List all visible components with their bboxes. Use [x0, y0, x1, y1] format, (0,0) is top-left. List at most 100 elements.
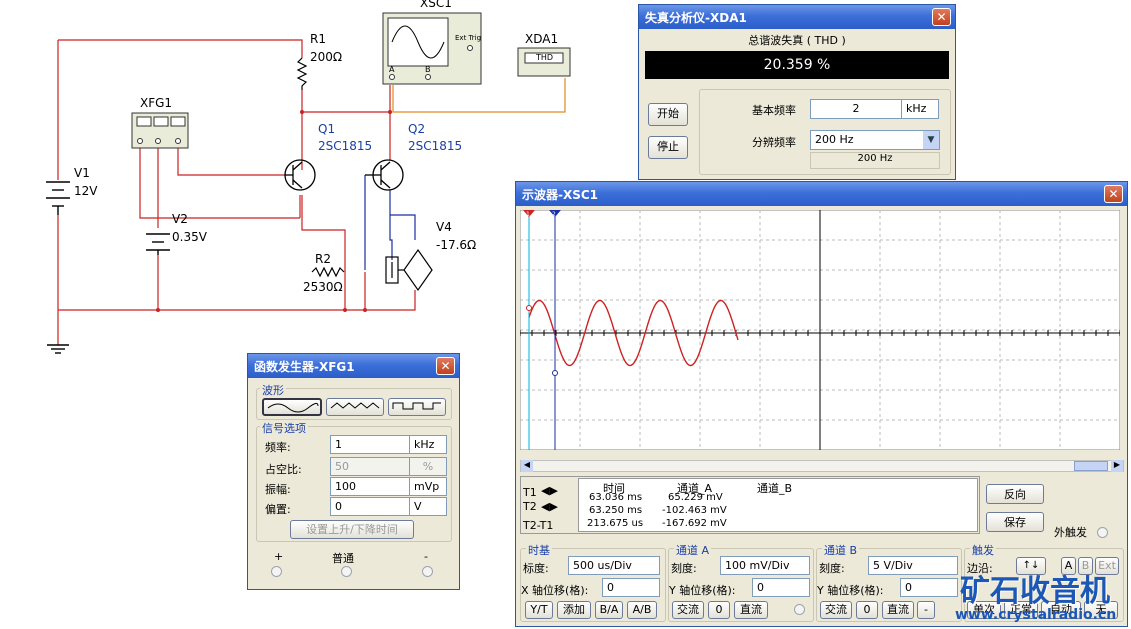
row2-time: 63.250 ms [589, 505, 643, 516]
watermark-text: 矿石收音机 [960, 574, 1110, 609]
cha-zero-button[interactable]: 0 [708, 601, 730, 619]
scope-screen[interactable]: 1 2 [520, 210, 1120, 450]
offset-label: 偏置: [265, 503, 291, 516]
readout-table: 时间 通道_A 通道_B 63.036 ms 65.229 mV 63.250 … [578, 478, 978, 532]
ext-trigger-label: 外触发 [1054, 526, 1087, 539]
v1-value: 12V [74, 184, 98, 198]
scroll-thumb[interactable] [1074, 461, 1108, 471]
q1-label: Q1 [318, 122, 336, 136]
square-wave-button[interactable] [388, 398, 446, 416]
xsc1-b-label: B [425, 65, 431, 74]
freq-input[interactable]: 1 [330, 435, 410, 454]
common-terminal-label: 普通 [332, 552, 354, 565]
duty-input[interactable]: 50 [330, 457, 410, 476]
triangle-wave-button[interactable] [326, 398, 384, 416]
chb-zero-button[interactable]: 0 [856, 601, 878, 619]
offset-input[interactable]: 0 [330, 497, 410, 516]
r2-label: R2 [315, 252, 331, 266]
channel-b-title: 通道 B [822, 542, 860, 558]
reverse-button[interactable]: 反向 [986, 484, 1044, 504]
triangle-wave-icon [330, 402, 380, 409]
distortion-close-button[interactable]: ✕ [932, 8, 951, 26]
channel-a-title: 通道 A [674, 542, 712, 558]
common-terminal[interactable] [341, 566, 352, 577]
trigger-title: 触发 [970, 542, 996, 558]
sine-wave-button[interactable] [262, 398, 322, 416]
scope-title: 示波器-XSC1 [516, 182, 1127, 206]
scope-close-button[interactable]: ✕ [1104, 185, 1123, 203]
thd-readout: 20.359 % [645, 51, 949, 79]
sine-wave-icon [267, 402, 319, 413]
xfg1-instrument-icon [131, 112, 189, 149]
stop-button[interactable]: 停止 [648, 136, 688, 159]
v4-label: V4 [436, 220, 452, 234]
t1-arrows-icon[interactable]: ◀▶ [541, 484, 558, 497]
ground-symbol [47, 344, 69, 354]
chb-minus-button[interactable]: - [917, 601, 935, 619]
r1-resistor [296, 57, 308, 90]
chevron-down-icon[interactable]: ▼ [923, 131, 939, 149]
cha-scale-label: 刻度: [671, 562, 697, 575]
chb-ypos-label: Y 轴位移(格): [817, 584, 884, 597]
minus-terminal-label: - [424, 550, 428, 563]
plus-terminal[interactable] [271, 566, 282, 577]
ab-button[interactable]: A/B [627, 601, 657, 619]
cursor-t2-label: 2 [552, 211, 556, 218]
base-freq-label: 基本频率 [752, 104, 796, 117]
v4-value: -17.6Ω [436, 238, 477, 252]
row3-a: -167.692 mV [662, 518, 727, 529]
cha-ypos-label: Y 轴位移(格): [669, 584, 736, 597]
v2-label: V2 [172, 212, 188, 226]
col-b-header: 通道_B [757, 482, 793, 495]
oscilloscope-window: 示波器-XSC1 ✕ 1 2 ◀ ▶ T1 ◀▶ T2 ◀▶ T2-T1 时间 … [515, 181, 1128, 627]
scroll-left-icon[interactable]: ◀ [521, 460, 533, 472]
ba-button[interactable]: B/A [595, 601, 623, 619]
chb-dc-button[interactable]: 直流 [882, 601, 914, 619]
timebase-title: 时基 [526, 542, 552, 558]
r2-value: 2530Ω [303, 280, 343, 294]
cha-ac-button[interactable]: 交流 [672, 601, 704, 619]
watermark-url: www.crystalradio.cn [955, 607, 1117, 623]
minus-terminal[interactable] [422, 566, 433, 577]
v1-battery-symbol [46, 181, 70, 215]
amp-label: 振幅: [265, 483, 291, 496]
cha-terminal[interactable] [794, 604, 805, 615]
thd-label: 总谐波失真 ( THD ) [748, 34, 846, 47]
chb-ac-button[interactable]: 交流 [820, 601, 852, 619]
cursor-t1-label: 1 [526, 211, 530, 218]
square-wave-icon [392, 402, 441, 410]
ext-trigger-terminal[interactable] [1097, 527, 1108, 538]
save-button[interactable]: 保存 [986, 512, 1044, 532]
amp-unit: mVp [409, 477, 447, 496]
rise-fall-time-button[interactable]: 设置上升/下降时间 [290, 520, 414, 539]
t2-arrows-icon[interactable]: ◀▶ [541, 500, 558, 513]
scope-scrollbar[interactable]: ◀ ▶ [520, 460, 1124, 472]
offset-unit: V [409, 497, 447, 516]
t2t1-label: T2-T1 [523, 519, 554, 532]
x-pos-input[interactable]: 0 [602, 578, 660, 597]
cha-scale-input[interactable]: 100 mV/Div [720, 556, 810, 575]
plus-terminal-label: + [274, 550, 284, 563]
amp-input[interactable]: 100 [330, 477, 410, 496]
cha-dc-button[interactable]: 直流 [734, 601, 768, 619]
row3-time: 213.675 us [587, 518, 644, 529]
scroll-right-icon[interactable]: ▶ [1111, 460, 1123, 472]
distortion-title: 失真分析仪-XDA1 [639, 5, 955, 29]
r1-value: 200Ω [310, 50, 343, 64]
fgen-close-button[interactable]: ✕ [436, 357, 455, 375]
res-freq-select[interactable]: 200 Hz ▼ [810, 130, 940, 150]
base-freq-input[interactable]: 2 [810, 99, 902, 119]
chb-ypos-input[interactable]: 0 [900, 578, 958, 597]
timebase-scale-input[interactable]: 500 us/Div [568, 556, 660, 575]
chb-scale-input[interactable]: 5 V/Div [868, 556, 958, 575]
duty-label: 占空比: [265, 463, 302, 476]
function-generator-window: 函数发生器-XFG1 ✕ 波形 信号选项 频率: 1 kHz 占空比: 50 %… [247, 353, 460, 590]
row1-a: 65.229 mV [668, 492, 723, 503]
add-button[interactable]: 添加 [557, 601, 591, 619]
q2-transistor-symbol [365, 159, 404, 191]
cha-ypos-input[interactable]: 0 [752, 578, 810, 597]
distortion-analyzer-window: 失真分析仪-XDA1 ✕ 总谐波失真 ( THD ) 20.359 % 开始 停… [638, 4, 956, 180]
yt-button[interactable]: Y/T [525, 601, 553, 619]
v2-value: 0.35V [172, 230, 207, 244]
start-button[interactable]: 开始 [648, 103, 688, 126]
